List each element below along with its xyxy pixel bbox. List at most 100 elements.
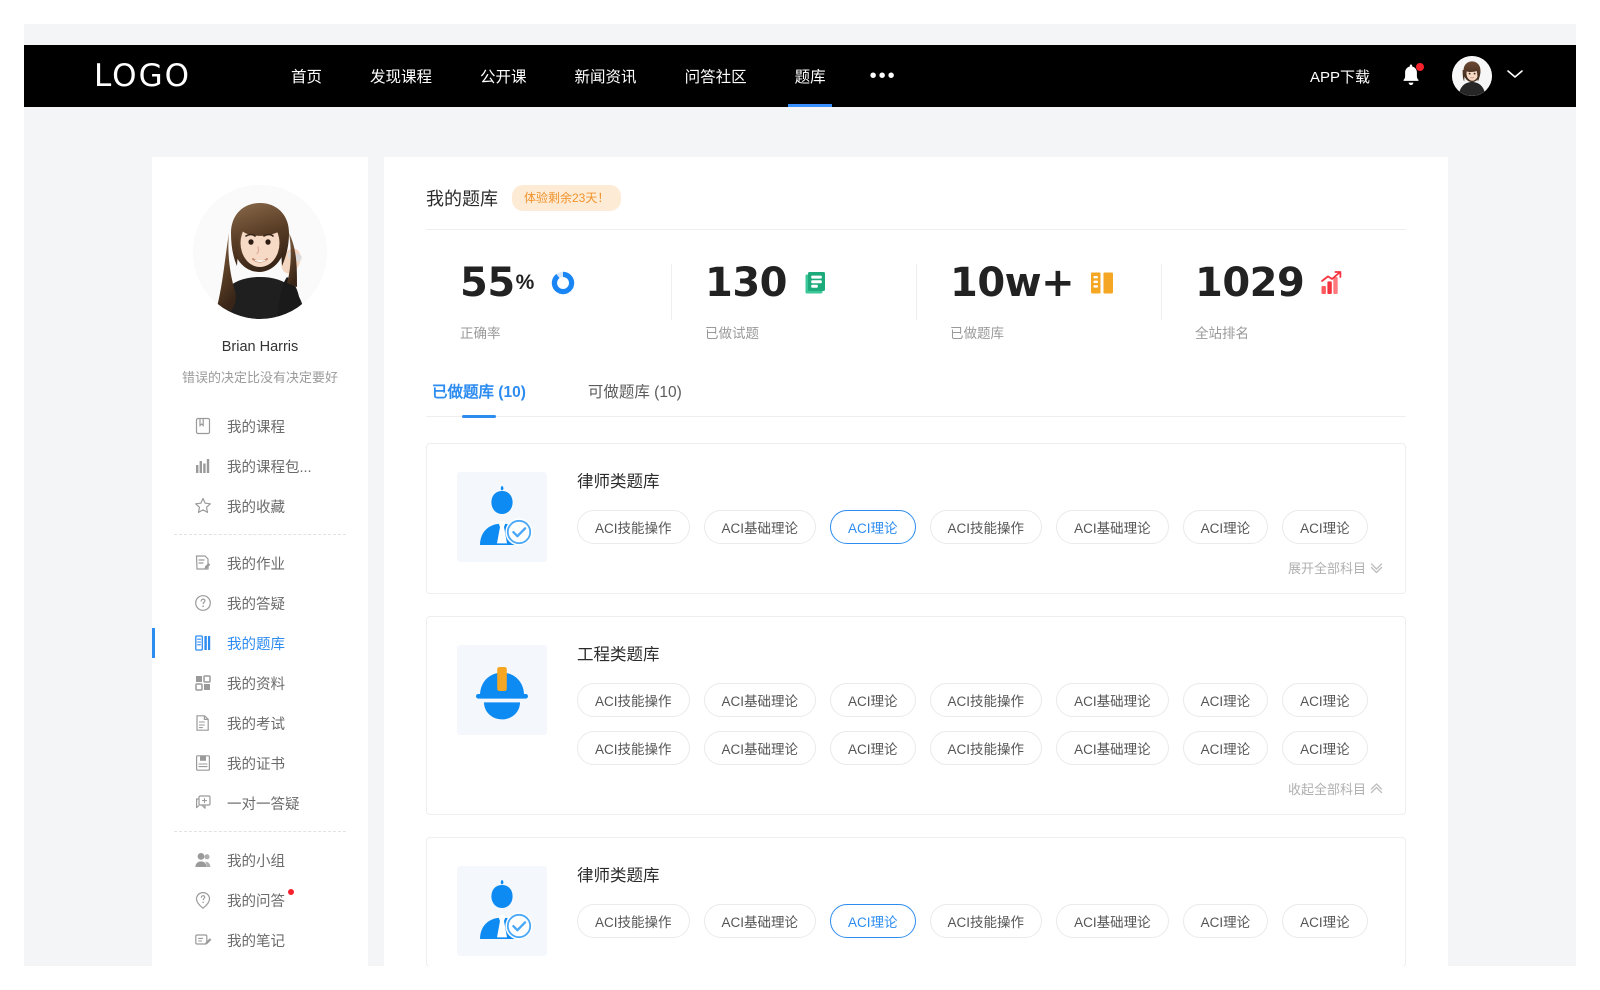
subject-tag[interactable]: ACI理论 xyxy=(830,510,916,544)
site-logo[interactable]: LOGO xyxy=(94,58,191,94)
card-title: 律师类题库 xyxy=(577,862,1383,886)
stats-row: 55%正确率130已做试题10w+已做题库1029全站排名 xyxy=(426,256,1406,350)
group-icon xyxy=(194,851,212,869)
sidebar-item-8[interactable]: 我的证书 xyxy=(152,743,368,783)
bars-icon xyxy=(194,457,212,475)
sidebar-item-1[interactable]: 我的课程包... xyxy=(152,446,368,486)
star-icon xyxy=(194,497,212,515)
sidebar-item-label: 我的问答 xyxy=(227,890,285,911)
subject-tag[interactable]: ACI基础理论 xyxy=(704,904,817,938)
nav-item-3[interactable]: 新闻资讯 xyxy=(551,45,661,107)
subject-tag[interactable]: ACI技能操作 xyxy=(930,683,1043,717)
card-footer: 收起全部科目 xyxy=(577,779,1383,804)
sidebar-item-6[interactable]: 我的资料 xyxy=(152,663,368,703)
app-download-link[interactable]: APP下载 xyxy=(1310,66,1370,87)
sidebar-item-2[interactable]: 我的收藏 xyxy=(152,486,368,526)
sidebar-item-10[interactable]: 我的小组 xyxy=(152,840,368,880)
stat-value: 55 xyxy=(460,263,515,303)
sidebar-item-7[interactable]: 我的考试 xyxy=(152,703,368,743)
sidebar-item-9[interactable]: 一对一答疑 xyxy=(152,783,368,823)
homework-icon xyxy=(194,554,212,572)
certificate-icon xyxy=(194,754,212,772)
subject-tag[interactable]: ACI基础理论 xyxy=(1056,683,1169,717)
subject-tag[interactable]: ACI技能操作 xyxy=(577,510,690,544)
subject-tag[interactable]: ACI基础理论 xyxy=(704,731,817,765)
stat-label: 全站排名 xyxy=(1195,322,1406,342)
page-root: LOGO 首页发现课程公开课新闻资讯问答社区题库 ••• APP下载 xyxy=(24,24,1576,966)
subject-tag[interactable]: ACI理论 xyxy=(1183,731,1269,765)
question-bank-card[interactable]: 工程类题库ACI技能操作ACI基础理论ACI理论ACI技能操作ACI基础理论AC… xyxy=(426,616,1406,815)
stat-card-0: 55% 正确率 xyxy=(426,256,671,342)
sidebar-item-4[interactable]: 我的答疑 xyxy=(152,583,368,623)
nav-item-0[interactable]: 首页 xyxy=(267,45,346,107)
subject-tag[interactable]: ACI理论 xyxy=(1183,904,1269,938)
stat-label: 已做试题 xyxy=(705,322,916,342)
stat-value-row: 1029 xyxy=(1195,256,1406,310)
sidebar-item-label: 我的笔记 xyxy=(227,930,285,951)
subject-tag[interactable]: ACI技能操作 xyxy=(930,904,1043,938)
stat-value: 130 xyxy=(705,263,787,303)
sidebar-item-5[interactable]: 我的题库 xyxy=(152,623,368,663)
question-bank-list: 律师类题库ACI技能操作ACI基础理论ACI理论ACI技能操作ACI基础理论AC… xyxy=(426,443,1406,966)
subject-tag[interactable]: ACI理论 xyxy=(1183,683,1269,717)
sidebar-divider xyxy=(174,831,346,832)
more-nav-icon[interactable]: ••• xyxy=(850,45,917,107)
nav-item-1[interactable]: 发现课程 xyxy=(346,45,456,107)
sidebar-item-label: 我的收藏 xyxy=(227,496,285,517)
chat-icon xyxy=(194,794,212,812)
stat-label: 正确率 xyxy=(460,322,671,342)
subject-tag[interactable]: ACI基础理论 xyxy=(1056,510,1169,544)
subject-tag[interactable]: ACI理论 xyxy=(1183,510,1269,544)
subject-tag[interactable]: ACI理论 xyxy=(1282,683,1368,717)
subject-tag[interactable]: ACI理论 xyxy=(1282,731,1368,765)
subject-tag[interactable]: ACI技能操作 xyxy=(577,904,690,938)
question-circle-icon xyxy=(194,594,212,612)
lawyer-icon xyxy=(457,472,547,562)
sidebar-item-label: 我的资料 xyxy=(227,673,285,694)
subject-tag[interactable]: ACI技能操作 xyxy=(930,731,1043,765)
subject-tag[interactable]: ACI理论 xyxy=(830,731,916,765)
notification-bell-icon[interactable] xyxy=(1400,64,1422,88)
stat-value-row: 55% xyxy=(460,256,671,310)
chevron-glyph xyxy=(1506,68,1524,80)
nav-item-5[interactable]: 题库 xyxy=(771,45,850,107)
subject-tag[interactable]: ACI技能操作 xyxy=(930,510,1043,544)
expand-link-label: 展开全部科目 xyxy=(1288,558,1366,577)
subject-tag[interactable]: ACI基础理论 xyxy=(704,510,817,544)
sidebar-item-11[interactable]: 我的问答 xyxy=(152,880,368,920)
expand-subjects-link[interactable]: 展开全部科目 xyxy=(1288,558,1383,577)
nav-item-4[interactable]: 问答社区 xyxy=(661,45,771,107)
test-paper-icon xyxy=(803,270,827,296)
sidebar-item-12[interactable]: 我的笔记 xyxy=(152,920,368,960)
primary-nav: 首页发现课程公开课新闻资讯问答社区题库 xyxy=(267,45,850,107)
note-icon xyxy=(194,931,212,949)
subject-tag[interactable]: ACI技能操作 xyxy=(577,731,690,765)
subject-tag-row: ACI技能操作 ACI基础理论 ACI理论 ACI技能操作 ACI基础理论 ACI理论 AC… xyxy=(577,683,1383,717)
subject-tag-row: ACI技能操作 ACI基础理论 ACI理论 ACI技能操作 ACI基础理论 ACI理论 AC… xyxy=(577,510,1383,544)
user-avatar[interactable] xyxy=(1452,56,1492,96)
sidebar-item-0[interactable]: 我的课程 xyxy=(152,406,368,446)
question-bank-card[interactable]: 律师类题库 ACI技能操作 ACI基础理论 ACI理论 ACI技能操作 ACI基础理论 AC… xyxy=(426,837,1406,966)
sidebar-item-3[interactable]: 我的作业 xyxy=(152,543,368,583)
sidebar-user-name: Brian Harris xyxy=(152,339,368,355)
subject-tag[interactable]: ACI理论 xyxy=(830,683,916,717)
stat-value-row: 130 xyxy=(705,256,916,310)
files-icon xyxy=(194,674,212,692)
content-wrapper: Brian Harris 错误的决定比没有决定要好 我的课程我的课程包...我的… xyxy=(24,107,1576,966)
nav-item-2[interactable]: 公开课 xyxy=(456,45,551,107)
subject-tag[interactable]: ACI基础理论 xyxy=(1056,731,1169,765)
tab-0[interactable]: 已做题库 (10) xyxy=(426,380,532,416)
subject-tag[interactable]: ACI理论 xyxy=(830,904,916,938)
subject-tag[interactable]: ACI基础理论 xyxy=(1056,904,1169,938)
user-menu-chevron-down-icon[interactable] xyxy=(1506,67,1524,85)
question-bank-card[interactable]: 律师类题库ACI技能操作ACI基础理论ACI理论ACI技能操作ACI基础理论AC… xyxy=(426,443,1406,594)
subject-tag[interactable]: ACI技能操作 xyxy=(577,683,690,717)
subject-tag[interactable]: ACI理论 xyxy=(1282,904,1368,938)
collapse-subjects-link[interactable]: 收起全部科目 xyxy=(1288,779,1383,798)
subject-tag-rows: ACI技能操作 ACI基础理论 ACI理论 ACI技能操作 ACI基础理论 ACI理论 AC… xyxy=(577,510,1383,544)
stat-value-row: 10w+ xyxy=(950,256,1161,310)
subject-tag[interactable]: ACI基础理论 xyxy=(704,683,817,717)
tab-1[interactable]: 可做题库 (10) xyxy=(582,380,688,416)
subject-tag[interactable]: ACI理论 xyxy=(1282,510,1368,544)
subject-tag-rows: ACI技能操作 ACI基础理论 ACI理论 ACI技能操作 ACI基础理论 ACI理论 AC… xyxy=(577,683,1383,765)
